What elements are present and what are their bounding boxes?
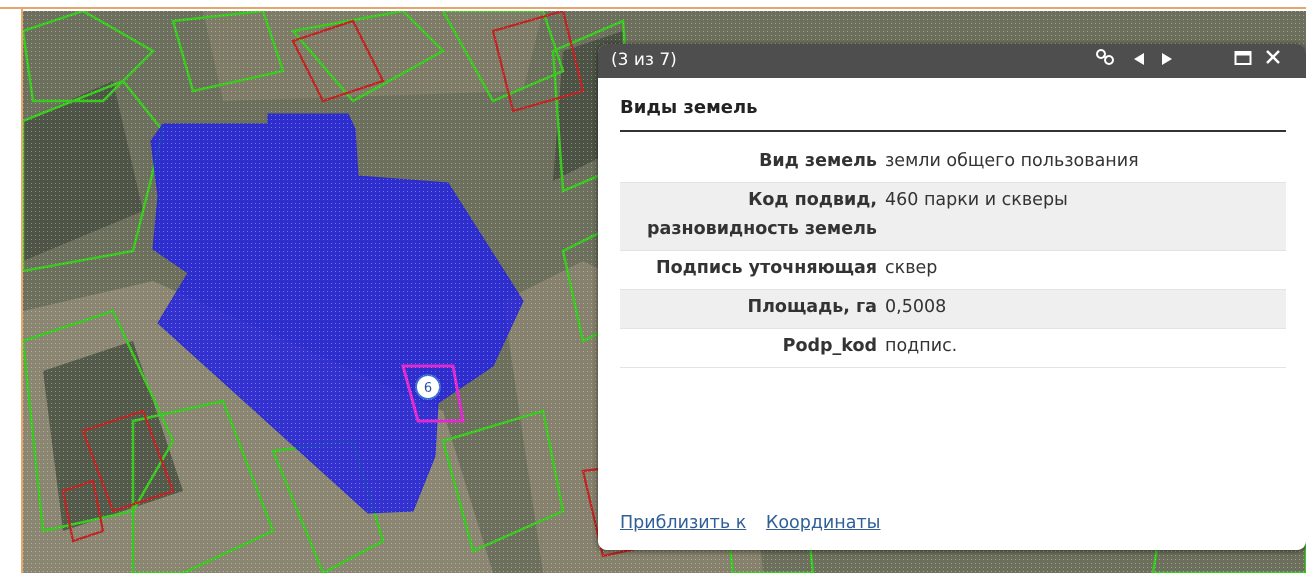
attribute-key: Подпись уточняющая (620, 250, 885, 290)
top-border (0, 0, 1306, 9)
coordinates-link[interactable]: Координаты (766, 513, 881, 533)
attribute-row: Подпись уточняющая сквер (620, 250, 1286, 290)
attribute-value: подпис. (885, 328, 1286, 368)
attribute-row: Площадь, га 0,5008 (620, 289, 1286, 329)
popup-body: Виды земель Вид земель земли общего поль… (598, 78, 1306, 368)
info-popup: (3 из 7) Виды земель Вид земель земли об… (598, 44, 1306, 550)
popup-actions: Приблизить к Координаты (620, 513, 895, 533)
zoom-to-link[interactable]: Приблизить к (620, 513, 746, 533)
left-border (0, 9, 23, 573)
attribute-value: 460 парки и скверы (885, 182, 1286, 251)
attribute-value: 0,5008 (885, 289, 1286, 329)
attribute-value: земли общего пользования (885, 144, 1286, 183)
attribute-table: Вид земель земли общего пользования Код … (620, 144, 1286, 368)
attribute-key: Код подвид, разновидность земель (620, 182, 885, 251)
maximize-icon[interactable] (1230, 47, 1256, 75)
app-frame: 6 (3 из 7) Виды земель (0, 0, 1306, 573)
attribute-row: Код подвид, разновидность земель 460 пар… (620, 182, 1286, 251)
popup-title: Виды земель (620, 78, 1286, 132)
attribute-key: Podp_kod (620, 328, 885, 368)
popup-counter: (3 из 7) (611, 50, 677, 70)
link-icon[interactable] (1092, 47, 1118, 76)
attribute-row: Podp_kod подпис. (620, 328, 1286, 368)
popup-header: (3 из 7) (598, 44, 1306, 78)
attribute-value: сквер (885, 250, 1286, 290)
next-icon[interactable] (1156, 47, 1178, 75)
attribute-row: Вид земель земли общего пользования (620, 144, 1286, 183)
close-icon[interactable] (1260, 47, 1286, 75)
attribute-key: Вид земель (620, 144, 885, 183)
attribute-key: Площадь, га (620, 289, 885, 329)
previous-icon[interactable] (1128, 47, 1150, 75)
